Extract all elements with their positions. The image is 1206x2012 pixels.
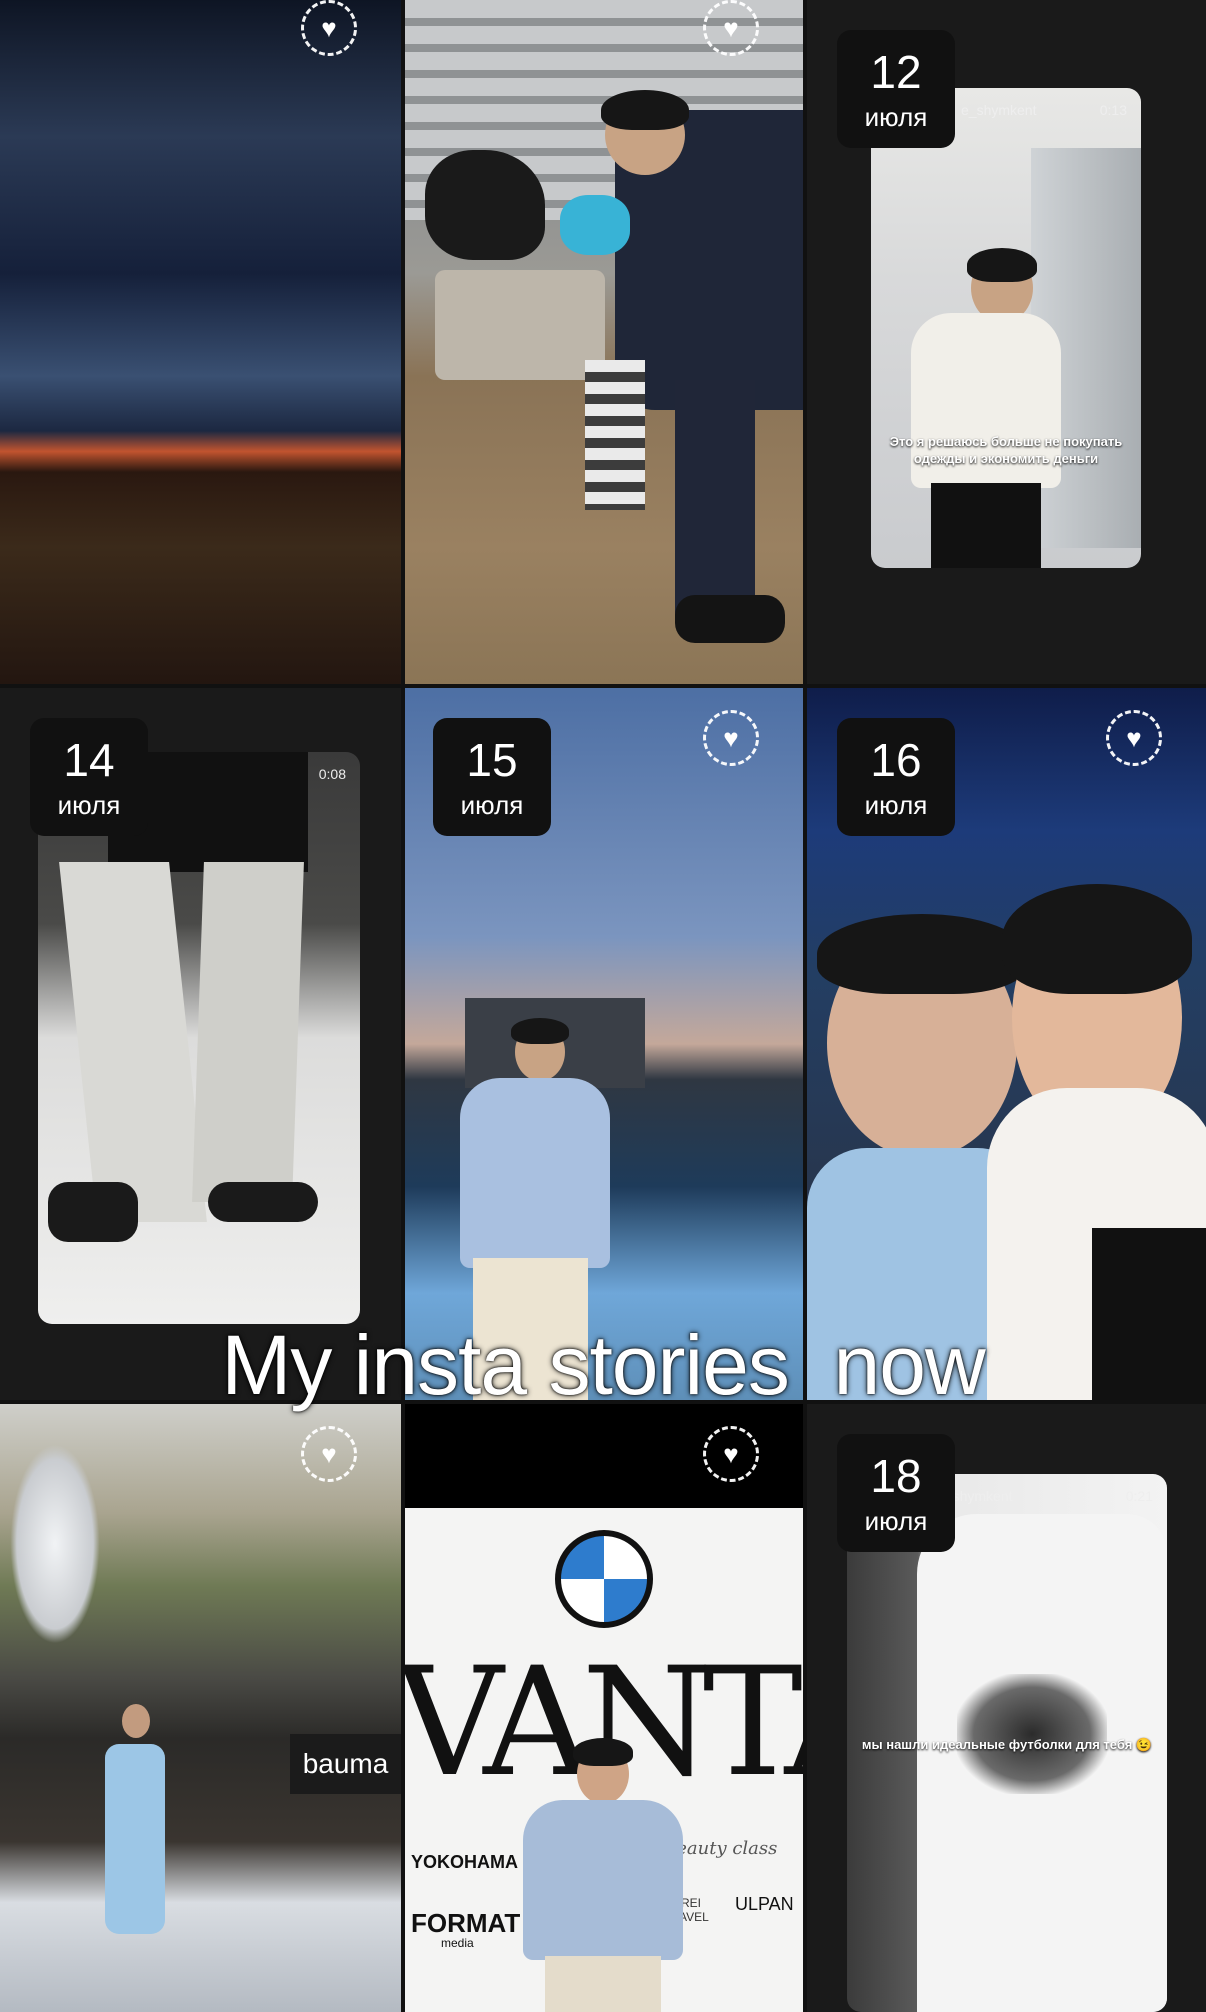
bmw-logo-icon — [555, 1530, 653, 1628]
story-caption: мы нашли идеальные футболки для тебя 😉 — [861, 1737, 1153, 1752]
story-tile-15[interactable]: 15 июля ♥ — [405, 688, 803, 1400]
story-tile-runway[interactable]: ♥ bauma — [0, 1404, 401, 2012]
shoe — [208, 1182, 318, 1222]
brand-sign: bauma — [290, 1734, 401, 1794]
trouser-left — [59, 862, 207, 1222]
favorite-icon[interactable]: ♥ — [301, 0, 357, 56]
story-duration: 0:08 — [318, 766, 346, 782]
stories-grid: ♥ ♥ 12 июля e_shymkent 0:13 Это я решаюс… — [0, 0, 1206, 2012]
date-month: июля — [864, 1506, 928, 1536]
date-month: июля — [460, 790, 524, 820]
man-legs — [675, 380, 755, 620]
sponsor-logo: FORMAT — [411, 1908, 521, 1938]
story-tile-18[interactable]: 18 июля e_shymkent 0:21 мы нашли идеальн… — [807, 1404, 1206, 2012]
story-tile-calf[interactable]: ♥ — [405, 0, 803, 684]
story-preview: e_shymkent 0:13 Это я решаюсь больше не … — [871, 88, 1141, 568]
date-badge: 15 июля — [433, 718, 551, 836]
story-tile-press-wall[interactable]: ♥ VANTAGE YOKOHAMA FORMAT media ULPAN ME… — [405, 1404, 803, 2012]
black-pants — [931, 483, 1041, 568]
story-duration: 0:21 — [1125, 1488, 1153, 1504]
child-legs — [585, 360, 645, 510]
favorite-icon[interactable]: ♥ — [703, 0, 759, 56]
video-title-overlay: My insta stories now — [221, 1318, 985, 1412]
press-wall: VANTAGE YOKOHAMA FORMAT media ULPAN MERE… — [405, 1508, 803, 2012]
date-day: 14 — [63, 734, 115, 786]
date-badge: 16 июля — [837, 718, 955, 836]
date-badge: 18 июля — [837, 1434, 955, 1552]
story-preview: e_shymkent 0:08 — [38, 752, 360, 1324]
date-day: 16 — [870, 734, 922, 786]
date-day: 12 — [870, 46, 922, 98]
child-hat — [560, 195, 630, 255]
date-day: 18 — [870, 1450, 922, 1502]
trough — [435, 270, 605, 380]
story-duration: 0:13 — [1099, 102, 1127, 118]
date-month: июля — [57, 790, 121, 820]
sponsor-logo: media — [441, 1936, 474, 1950]
story-preview: e_shymkent 0:21 мы нашли идеальные футбо… — [847, 1474, 1167, 2012]
shadow — [957, 1674, 1107, 1794]
story-tile-16[interactable]: 16 июля ♥ — [807, 688, 1206, 1400]
story-username: e_shymkent — [961, 102, 1037, 118]
date-month: июля — [864, 790, 928, 820]
chandelier — [10, 1444, 100, 1644]
shoe — [48, 1182, 138, 1242]
favorite-icon[interactable]: ♥ — [301, 1426, 357, 1482]
trouser-right — [192, 862, 304, 1202]
story-tile-12[interactable]: 12 июля e_shymkent 0:13 Это я решаюсь бо… — [807, 0, 1206, 684]
sponsor-logo: ULPAN — [735, 1894, 794, 1914]
sandal — [675, 595, 785, 643]
favorite-icon[interactable]: ♥ — [1106, 710, 1162, 766]
favorite-icon[interactable]: ♥ — [703, 1426, 759, 1482]
date-badge: 12 июля — [837, 30, 955, 148]
favorite-icon[interactable]: ♥ — [703, 710, 759, 766]
model-suit — [105, 1744, 165, 1934]
blue-shirt — [523, 1800, 683, 1960]
date-day: 15 — [466, 734, 518, 786]
story-caption: Это я решаюсь больше не покупать одежды … — [889, 434, 1123, 466]
sponsor-logo: YOKOHAMA — [411, 1852, 518, 1872]
beige-pants — [545, 1956, 661, 2012]
story-tile-14[interactable]: 14 июля e_shymkent 0:08 — [0, 688, 401, 1400]
story-tile-night-sky[interactable]: ♥ — [0, 0, 401, 684]
blue-shirt — [460, 1078, 610, 1268]
date-badge: 14 июля — [30, 718, 148, 836]
date-month: июля — [864, 102, 928, 132]
calf — [425, 150, 545, 260]
